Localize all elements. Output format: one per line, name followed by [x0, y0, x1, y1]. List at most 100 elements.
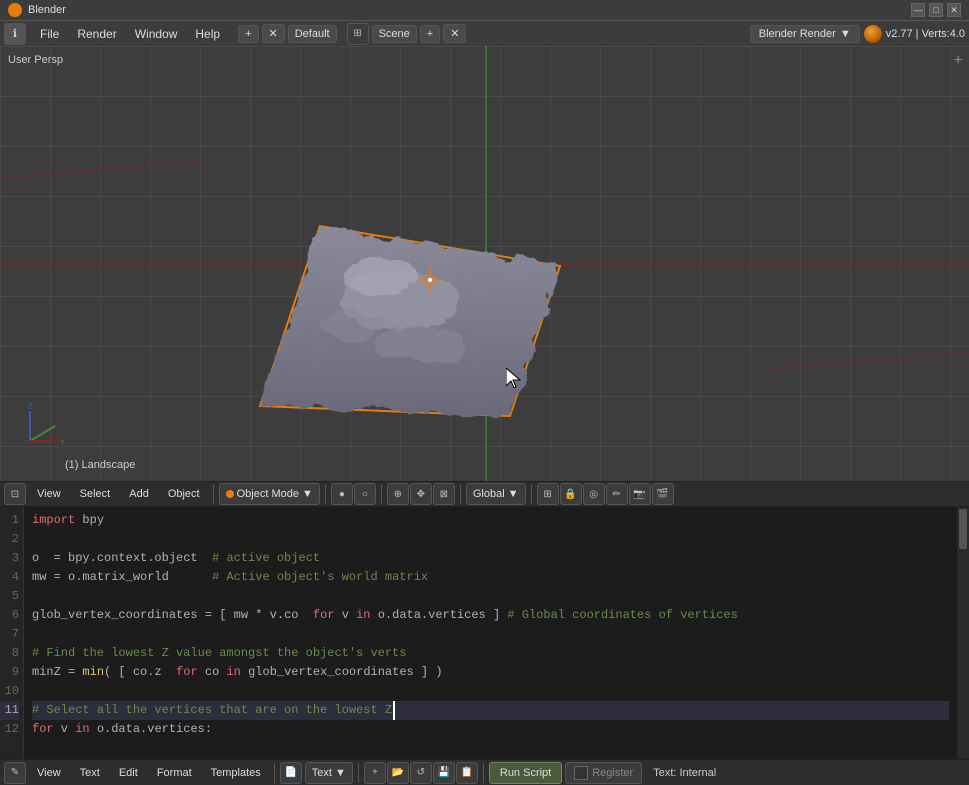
line-num-11: 11 [0, 701, 19, 720]
manipulator-icon[interactable]: ✥ [410, 483, 432, 505]
code-editor[interactable]: 1 2 3 4 5 6 7 8 9 10 11 12 import bpy o … [0, 507, 969, 759]
vertical-scrollbar[interactable] [957, 507, 969, 759]
object-mode-label: Object Mode [237, 488, 299, 500]
lock-icon[interactable]: 🔒 [560, 483, 582, 505]
text-open-icon[interactable]: 📂 [387, 762, 409, 784]
register-checkbox[interactable] [574, 766, 588, 780]
text-file-selector[interactable]: Text ▼ [305, 762, 353, 784]
menu-file[interactable]: File [32, 24, 67, 44]
line-num-9: 9 [0, 663, 19, 682]
landscape-svg [200, 146, 570, 436]
render-engine-selector[interactable]: Blender Render ▼ [750, 25, 860, 43]
mouse-cursor [506, 368, 522, 388]
menu-help[interactable]: Help [187, 24, 228, 44]
pivot-group: ⊕ ✥ ⊠ [387, 483, 455, 505]
code-line-8: # Find the lowest Z value amongst the ob… [32, 644, 949, 663]
mode-chevron: ▼ [302, 488, 313, 500]
scene-selector[interactable]: Scene [372, 25, 417, 43]
layout-section: + ✕ Default [238, 24, 337, 43]
window-controls[interactable]: — □ ✕ [911, 3, 961, 17]
code-templates-menu[interactable]: Templates [203, 764, 269, 782]
new-text-icon[interactable]: 📄 [280, 762, 302, 784]
layers-group: ⊞ 🔒 ◎ ✏ 📷 🎬 [537, 483, 674, 505]
viewport-type-icon[interactable]: ⊡ [4, 483, 26, 505]
code-line-7 [32, 625, 949, 644]
title-bar: Blender — □ ✕ [0, 0, 969, 20]
separator-1 [213, 484, 214, 504]
add-menu[interactable]: Add [121, 485, 157, 503]
maximize-button[interactable]: □ [929, 3, 943, 17]
global-dropdown[interactable]: Global ▼ [466, 483, 526, 505]
close-button[interactable]: ✕ [947, 3, 961, 17]
viewport-shading-group: ● ○ [331, 483, 376, 505]
run-script-button[interactable]: Run Script [489, 762, 562, 784]
code-edit-menu[interactable]: Edit [111, 764, 146, 782]
view-menu[interactable]: View [29, 485, 69, 503]
layout-close-icon: ✕ [269, 27, 278, 40]
text-file-chevron: ▼ [335, 767, 346, 779]
version-label: v2.77 | Verts:4.0 [886, 28, 965, 40]
layers-icon[interactable]: ⊞ [537, 483, 559, 505]
layout-selector[interactable]: Default [288, 25, 337, 43]
text-saveas-icon[interactable]: 📋 [456, 762, 478, 784]
object-menu[interactable]: Object [160, 485, 208, 503]
object-mode-dropdown[interactable]: Object Mode ▼ [219, 483, 320, 505]
kw-import: import [32, 511, 75, 530]
code-toolbar-sep2 [358, 763, 359, 783]
code-line-10 [32, 682, 949, 701]
line-num-2: 2 [0, 530, 19, 549]
layout-close-button[interactable]: ✕ [262, 24, 285, 43]
minimize-button[interactable]: — [911, 3, 925, 17]
scene-close-button[interactable]: ✕ [443, 24, 466, 43]
render-engine-chevron: ▼ [840, 28, 851, 40]
text-editor-type-icon[interactable]: ✎ [4, 762, 26, 784]
proportional-icon[interactable]: ◎ [583, 483, 605, 505]
line-num-5: 5 [0, 587, 19, 606]
crosshair-cursor [418, 268, 442, 292]
text-reload-icon[interactable]: ↺ [410, 762, 432, 784]
line-num-4: 4 [0, 568, 19, 587]
text-internal-label: Text: Internal [653, 767, 716, 779]
register-button[interactable]: Register [565, 762, 642, 784]
scrollbar-thumb[interactable] [959, 509, 967, 549]
render-section: Blender Render ▼ v2.77 | Verts:4.0 [750, 25, 965, 43]
code-toolbar-sep3 [483, 763, 484, 783]
viewport-3d[interactable]: User Persp + [0, 46, 969, 481]
pivot-icon[interactable]: ⊕ [387, 483, 409, 505]
svg-text:Z: Z [28, 403, 33, 412]
code-line-1: import bpy [32, 511, 949, 530]
separator-3 [381, 484, 382, 504]
layout-add-button[interactable]: + [238, 25, 258, 43]
code-line-6: glob_vertex_coordinates = [ mw * v.co fo… [32, 606, 949, 625]
line-num-6: 6 [0, 606, 19, 625]
code-line-9: minZ = min( [ co.z for co in glob_vertex… [32, 663, 949, 682]
scene-add-button[interactable]: + [420, 25, 440, 43]
menu-window[interactable]: Window [127, 24, 186, 44]
object-name-label: (1) Landscape [65, 459, 135, 471]
text-file-label: Text [312, 767, 332, 779]
wire-shading-icon[interactable]: ○ [354, 483, 376, 505]
code-toolbar-sep1 [274, 763, 275, 783]
grease-pencil-icon[interactable]: ✏ [606, 483, 628, 505]
svg-text:X: X [56, 418, 61, 427]
code-content[interactable]: import bpy o = bpy.context.object # acti… [24, 507, 957, 759]
line-num-10: 10 [0, 682, 19, 701]
snap-icon[interactable]: ⊠ [433, 483, 455, 505]
solid-shading-icon[interactable]: ● [331, 483, 353, 505]
camera-icon[interactable]: 📷 [629, 483, 651, 505]
render-icon[interactable]: 🎬 [652, 483, 674, 505]
code-text-menu[interactable]: Text [72, 764, 108, 782]
scene-type-icon: ⊞ [347, 23, 369, 45]
code-line-12: for v in o.data.vertices: [32, 720, 949, 739]
text-new-icon[interactable]: + [364, 762, 386, 784]
separator-4 [460, 484, 461, 504]
layout-add-icon: + [245, 28, 251, 40]
code-format-menu[interactable]: Format [149, 764, 200, 782]
menu-render[interactable]: Render [69, 24, 124, 44]
select-menu[interactable]: Select [72, 485, 119, 503]
viewport-expand-icon[interactable]: + [953, 52, 963, 70]
text-save-icon[interactable]: 💾 [433, 762, 455, 784]
code-view-menu[interactable]: View [29, 764, 69, 782]
menu-bar: ℹ File Render Window Help + ✕ Default ⊞ … [0, 20, 969, 46]
line-num-1: 1 [0, 511, 19, 530]
